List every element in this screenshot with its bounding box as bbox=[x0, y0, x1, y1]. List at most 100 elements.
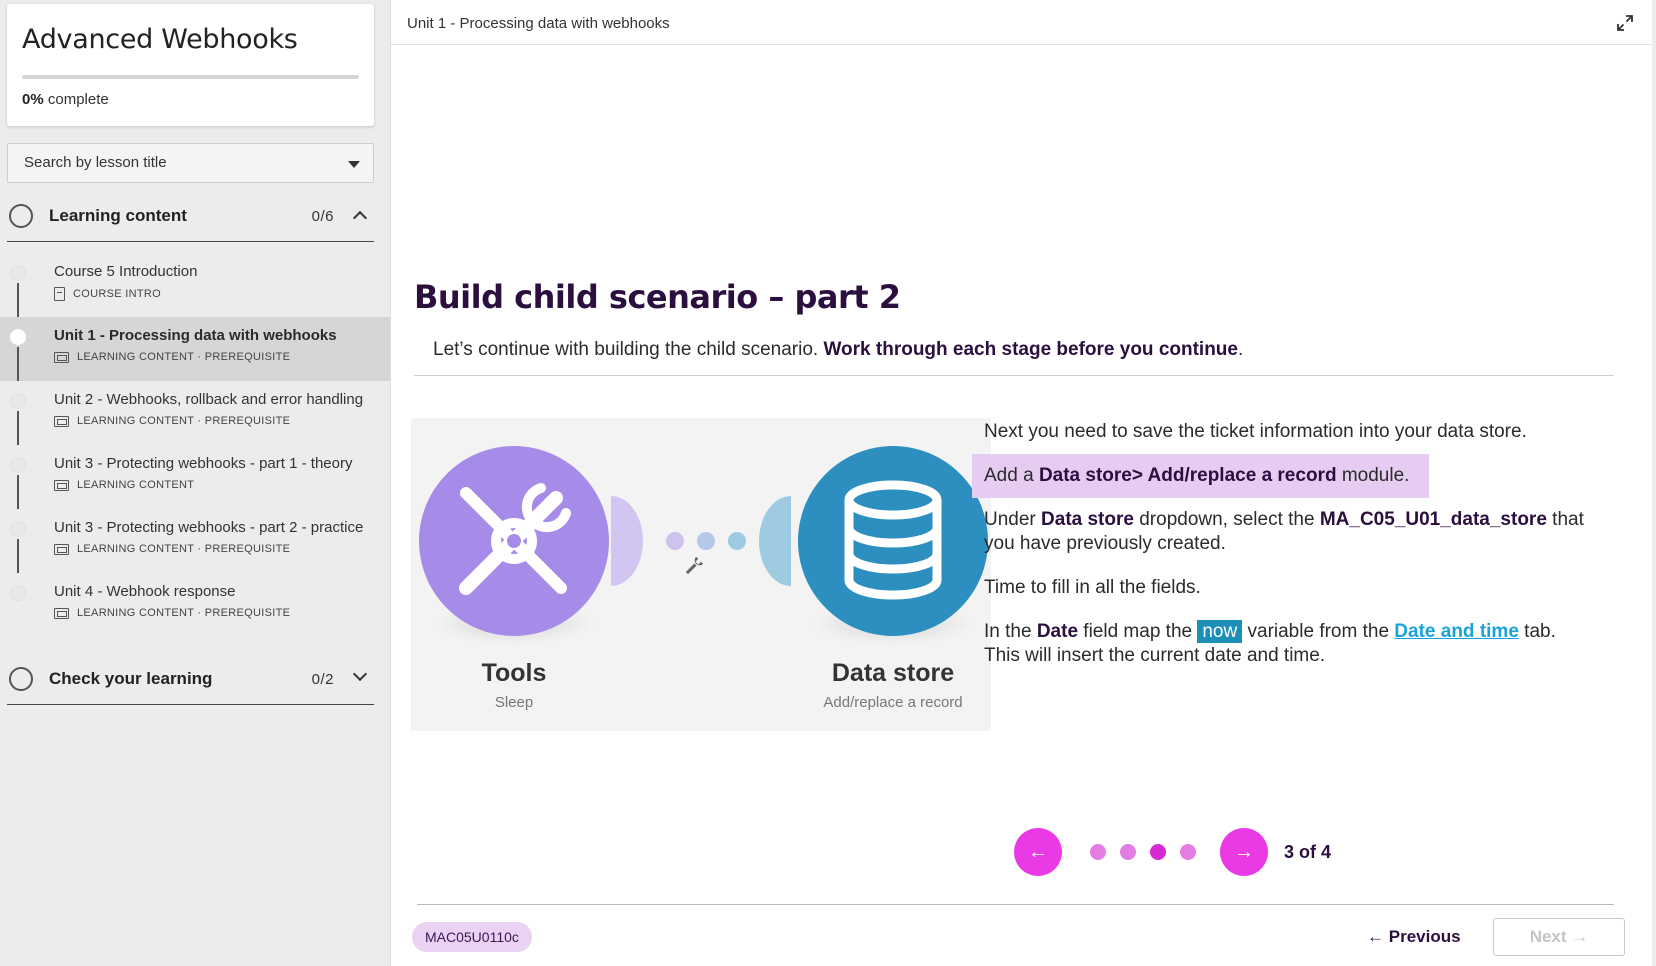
expand-icon[interactable] bbox=[1616, 14, 1634, 32]
lead-bold-text: Work through each stage before you conti… bbox=[823, 339, 1238, 360]
lesson-heading: Build child scenario – part 2 bbox=[414, 278, 901, 316]
course-sidebar: Advanced Webhooks 0% complete Search by … bbox=[0, 0, 390, 966]
section-label: Learning content bbox=[49, 206, 187, 225]
progress-suffix: complete bbox=[47, 91, 109, 108]
section-learning-content[interactable]: Learning content 0/6 bbox=[7, 190, 374, 242]
step-2-text-c: module. bbox=[1336, 465, 1410, 486]
arrow-right-icon: → bbox=[1571, 927, 1589, 946]
step-3-text-c: dropdown, select the bbox=[1133, 509, 1320, 530]
course-card: Advanced Webhooks 0% complete bbox=[7, 4, 374, 126]
presentation-icon bbox=[54, 543, 69, 555]
lesson-search-dropdown[interactable]: Search by lesson title bbox=[7, 143, 374, 183]
previous-button[interactable]: ← Previous bbox=[1357, 920, 1471, 954]
lesson-meta-text: LEARNING CONTENT bbox=[77, 479, 195, 491]
progress-percent: 0% bbox=[22, 91, 44, 108]
lesson-meta-text: LEARNING CONTENT · PREREQUISITE bbox=[77, 351, 291, 363]
lead-end: . bbox=[1237, 339, 1244, 360]
step-2-highlight: Add a Data store> Add/replace a record m… bbox=[972, 454, 1430, 498]
date-and-time-link[interactable]: Date and time bbox=[1394, 621, 1519, 642]
caret-down-icon bbox=[348, 161, 360, 168]
divider bbox=[414, 375, 1614, 376]
lesson-meta-text: LEARNING CONTENT · PREREQUISITE bbox=[77, 607, 291, 619]
lesson-item[interactable]: Unit 3 - Protecting webhooks - part 2 - … bbox=[0, 509, 390, 573]
status-ring-icon bbox=[9, 204, 33, 228]
lesson-title: Unit 3 - Protecting webhooks - part 1 - … bbox=[54, 455, 353, 472]
datastore-label: Data store bbox=[832, 659, 954, 687]
connector-dot bbox=[728, 532, 746, 550]
lesson-title: Unit 4 - Webhook response bbox=[54, 583, 236, 600]
course-title: Advanced Webhooks bbox=[22, 24, 298, 55]
section-count: 0/6 bbox=[311, 208, 334, 225]
pager-dot[interactable] bbox=[1180, 844, 1196, 860]
tools-connector-half bbox=[611, 496, 643, 586]
presentation-icon bbox=[54, 607, 69, 619]
presentation-icon bbox=[54, 479, 69, 491]
lesson-status-dot bbox=[10, 265, 26, 281]
instruction-steps: Next you need to save the ticket informa… bbox=[972, 420, 1604, 668]
datastore-connector-half bbox=[759, 496, 791, 586]
pager-dot-active[interactable] bbox=[1150, 844, 1166, 860]
lesson-meta-text: LEARNING CONTENT · PREREQUISITE bbox=[77, 415, 291, 427]
progress-bar bbox=[22, 75, 359, 79]
section-check-your-learning[interactable]: Check your learning 0/2 bbox=[7, 653, 374, 705]
arrow-right-icon: → bbox=[1234, 840, 1254, 863]
step-5-field: Date bbox=[1036, 621, 1079, 642]
lesson-status-dot bbox=[10, 329, 26, 345]
lesson-content: Unit 1 - Processing data with webhooks B… bbox=[390, 0, 1652, 966]
presentation-icon bbox=[54, 415, 69, 427]
search-placeholder: Search by lesson title bbox=[24, 154, 167, 171]
progress-text: 0% complete bbox=[22, 91, 359, 108]
lesson-meta: LEARNING CONTENT bbox=[54, 479, 194, 491]
step-5-text-d: variable from the bbox=[1242, 621, 1395, 642]
lesson-status-dot bbox=[10, 585, 26, 601]
timeline-line bbox=[17, 539, 19, 573]
wrench-icon bbox=[685, 556, 704, 575]
lesson-title: Unit 3 - Protecting webhooks - part 2 - … bbox=[54, 519, 364, 536]
lesson-status-dot bbox=[10, 393, 26, 409]
presentation-icon bbox=[54, 351, 69, 363]
step-3-store-name: MA_C05_U01_data_store bbox=[1319, 509, 1547, 530]
section-label: Check your learning bbox=[49, 669, 213, 688]
lesson-code-chip: MAC05U0110c bbox=[412, 922, 532, 952]
step-3-field: Data store bbox=[1041, 509, 1134, 530]
pager-dot[interactable] bbox=[1090, 844, 1106, 860]
tools-sublabel: Sleep bbox=[495, 694, 533, 711]
lesson-meta: LEARNING CONTENT · PREREQUISITE bbox=[54, 607, 290, 619]
step-pager: ← → 3 of 4 bbox=[1014, 827, 1331, 877]
chevron-up-icon[interactable] bbox=[352, 210, 368, 226]
lesson-item[interactable]: Unit 3 - Protecting webhooks - part 1 - … bbox=[0, 445, 390, 509]
scenario-diagram: Tools Sleep Data store Add/replace a rec… bbox=[411, 418, 991, 731]
lesson-item[interactable]: Course 5 Introduction COURSE INTRO bbox=[0, 253, 390, 317]
lesson-title: Course 5 Introduction bbox=[54, 263, 198, 280]
connector-dot bbox=[697, 532, 715, 550]
status-ring-icon bbox=[9, 667, 33, 691]
pager-prev-button[interactable]: ← bbox=[1014, 828, 1062, 876]
lesson-topbar: Unit 1 - Processing data with webhooks bbox=[391, 0, 1652, 45]
step-5-text-a: In the bbox=[984, 621, 1037, 642]
lesson-meta-text: COURSE INTRO bbox=[73, 288, 161, 300]
arrow-left-icon: ← bbox=[1367, 927, 1384, 946]
now-variable-badge: now bbox=[1197, 620, 1243, 643]
pager-count: 3 of 4 bbox=[1284, 841, 1332, 862]
lesson-item-active[interactable]: Unit 1 - Processing data with webhooks L… bbox=[0, 317, 390, 381]
timeline-line bbox=[17, 347, 19, 381]
lesson-item[interactable]: Unit 4 - Webhook response LEARNING CONTE… bbox=[0, 573, 390, 637]
connector-dot bbox=[666, 532, 684, 550]
lesson-meta: COURSE INTRO bbox=[54, 287, 161, 301]
step-3: Under Data store dropdown, select the MA… bbox=[984, 508, 1584, 556]
step-4: Time to fill in all the fields. bbox=[984, 577, 1201, 598]
chevron-down-icon[interactable] bbox=[352, 666, 368, 682]
step-1: Next you need to save the ticket informa… bbox=[984, 421, 1527, 442]
step-2-text-a: Add a bbox=[984, 465, 1039, 486]
section-count: 0/2 bbox=[311, 671, 334, 688]
pager-dot[interactable] bbox=[1120, 844, 1136, 860]
document-icon bbox=[54, 287, 65, 301]
step-3-text-a: Under bbox=[984, 509, 1042, 530]
step-5-text-c: field map the bbox=[1078, 621, 1198, 642]
lesson-meta-text: LEARNING CONTENT · PREREQUISITE bbox=[77, 543, 291, 555]
timeline-line bbox=[17, 411, 19, 445]
lesson-item[interactable]: Unit 2 - Webhooks, rollback and error ha… bbox=[0, 381, 390, 445]
pager-next-button[interactable]: → bbox=[1220, 828, 1268, 876]
next-button[interactable]: Next → bbox=[1493, 918, 1625, 956]
timeline-line bbox=[17, 475, 19, 509]
